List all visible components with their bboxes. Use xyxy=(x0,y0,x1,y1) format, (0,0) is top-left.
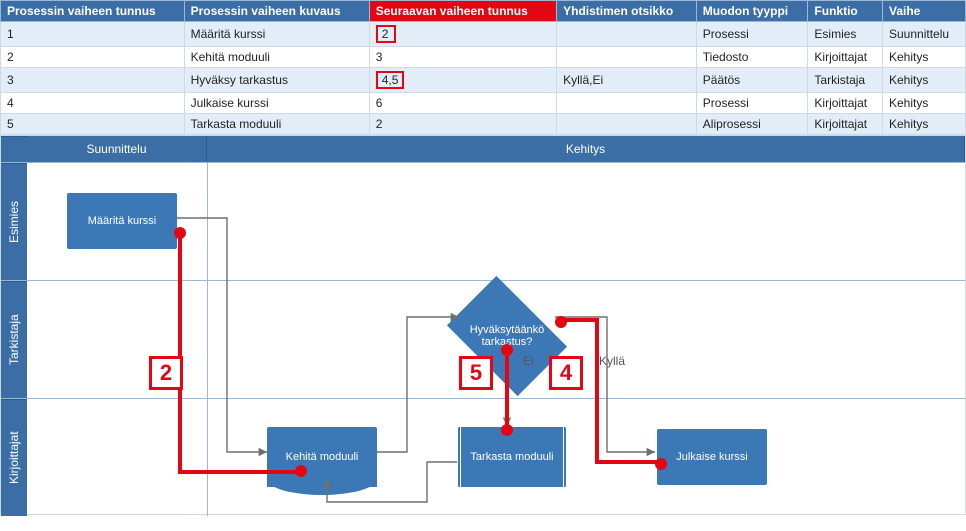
col-next-step-id: Seuraavan vaiheen tunnus xyxy=(369,1,556,22)
annotation-4: 4 xyxy=(549,356,583,390)
lane-esimies: Esimies xyxy=(1,163,27,280)
dot-1 xyxy=(174,227,186,239)
dot-4b xyxy=(655,458,667,470)
table-row: 1Määritä kurssi2ProsessiEsimiesSuunnitte… xyxy=(1,22,966,47)
shape-review-module: Tarkasta moduuli xyxy=(457,427,567,487)
dot-5b xyxy=(501,424,513,436)
shape-publish-course: Julkaise kurssi xyxy=(657,429,767,485)
table-row: 2Kehitä moduuli3TiedostoKirjoittajatKehi… xyxy=(1,47,966,68)
col-function: Funktio xyxy=(808,1,883,22)
shape-develop-module: Kehitä moduuli xyxy=(267,427,377,487)
phase-header-development: Kehitys xyxy=(207,136,965,162)
col-connector-title: Yhdistimen otsikko xyxy=(557,1,697,22)
process-table: Prosessin vaiheen tunnus Prosessin vaihe… xyxy=(0,0,966,135)
connector-label-no: Ei xyxy=(523,354,534,368)
col-shape-type: Muodon tyyppi xyxy=(696,1,808,22)
table-row: 4Julkaise kurssi6ProsessiKirjoittajatKeh… xyxy=(1,93,966,114)
lane-kirjoittajat: Kirjoittajat xyxy=(1,399,27,516)
col-step-id: Prosessin vaiheen tunnus xyxy=(1,1,185,22)
col-step-desc: Prosessin vaiheen kuvaus xyxy=(184,1,369,22)
swimlane-diagram: Suunnittelu Kehitys Esimies Määritä kurs… xyxy=(0,135,966,515)
connector-label-yes: Kyllä xyxy=(599,354,625,368)
dot-2b xyxy=(295,465,307,477)
phase-header-planning: Suunnittelu xyxy=(27,136,207,162)
table-row: 5Tarkasta moduuli2AliprosessiKirjoittaja… xyxy=(1,114,966,135)
dot-4a xyxy=(555,316,567,328)
dot-5a xyxy=(501,344,513,356)
shape-define-course: Määritä kurssi xyxy=(67,193,177,249)
lane-tarkistaja: Tarkistaja xyxy=(1,281,27,398)
col-phase: Vaihe xyxy=(883,1,966,22)
table-row: 3Hyväksy tarkastus4,5Kyllä,EiPäätösTarki… xyxy=(1,68,966,93)
annotation-5: 5 xyxy=(459,356,493,390)
annotation-2: 2 xyxy=(149,356,183,390)
